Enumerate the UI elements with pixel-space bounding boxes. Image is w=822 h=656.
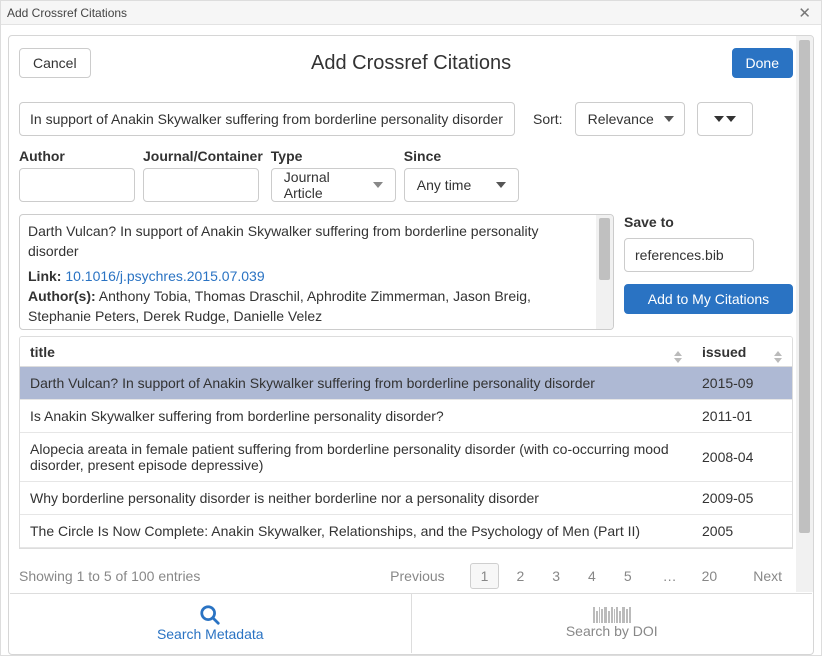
done-button[interactable]: Done xyxy=(732,48,793,78)
caret-down-icon xyxy=(726,116,736,122)
barcode-icon xyxy=(593,607,631,623)
caret-down-icon xyxy=(496,182,506,188)
sort-icon[interactable] xyxy=(674,351,682,363)
caret-down-icon xyxy=(373,182,383,188)
pagination-ellipsis: … xyxy=(663,568,677,584)
table-row[interactable]: The Circle Is Now Complete: Anakin Skywa… xyxy=(20,515,792,548)
cancel-button[interactable]: Cancel xyxy=(19,48,91,78)
pagination: Showing 1 to 5 of 100 entries Previous 1… xyxy=(19,559,793,592)
search-input[interactable] xyxy=(19,102,515,136)
pagination-next[interactable]: Next xyxy=(742,563,793,589)
type-value: Journal Article xyxy=(284,169,363,201)
cell-title: The Circle Is Now Complete: Anakin Skywa… xyxy=(20,515,692,547)
pagination-last[interactable]: 20 xyxy=(691,563,729,589)
since-value: Any time xyxy=(417,177,471,193)
page-number[interactable]: 5 xyxy=(613,563,643,589)
tab-search-doi[interactable]: Search by DOI xyxy=(412,594,813,653)
page-number[interactable]: 2 xyxy=(505,563,535,589)
sort-label: Sort: xyxy=(533,111,563,127)
author-input[interactable] xyxy=(19,168,135,202)
preview-scrollbar-thumb[interactable] xyxy=(599,218,610,280)
table-row[interactable]: Is Anakin Skywalker suffering from borde… xyxy=(20,400,792,433)
window-titlebar: Add Crossref Citations ✕ xyxy=(1,1,821,25)
tab-label: Search by DOI xyxy=(566,623,658,641)
sort-icon[interactable] xyxy=(774,351,782,363)
preview-title: Darth Vulcan? In support of Anakin Skywa… xyxy=(28,221,591,262)
table-header: title issued xyxy=(20,337,792,367)
col-title[interactable]: title xyxy=(30,344,55,360)
citation-preview: Darth Vulcan? In support of Anakin Skywa… xyxy=(19,214,614,330)
pagination-prev[interactable]: Previous xyxy=(379,563,455,589)
preview-journal: Psychiatry Research xyxy=(156,328,284,330)
author-label: Author xyxy=(19,148,135,164)
type-label: Type xyxy=(271,148,396,164)
type-dropdown[interactable]: Journal Article xyxy=(271,168,396,202)
sort-selected: Relevance xyxy=(588,111,654,127)
table-row[interactable]: Why borderline personality disorder is n… xyxy=(20,482,792,515)
preview-scrollbar[interactable] xyxy=(596,215,613,329)
sort-dropdown[interactable]: Relevance xyxy=(575,102,685,136)
add-citation-button[interactable]: Add to My Citations xyxy=(624,284,793,314)
save-to-input[interactable] xyxy=(624,238,754,272)
cell-issued: 2005 xyxy=(692,515,792,547)
dialog-title: Add Crossref Citations xyxy=(91,52,732,75)
cell-title: Is Anakin Skywalker suffering from borde… xyxy=(20,400,692,432)
preview-authors-label: Author(s): xyxy=(28,288,96,304)
page-number[interactable]: 3 xyxy=(541,563,571,589)
since-dropdown[interactable]: Any time xyxy=(404,168,519,202)
caret-down-icon xyxy=(714,116,724,122)
preview-authors: Anthony Tobia, Thomas Draschil, Aphrodit… xyxy=(28,288,531,324)
cell-title: Alopecia areata in female patient suffer… xyxy=(20,433,692,481)
page-number[interactable]: 4 xyxy=(577,563,607,589)
pagination-info: Showing 1 to 5 of 100 entries xyxy=(19,568,200,584)
table-row[interactable]: Darth Vulcan? In support of Anakin Skywa… xyxy=(20,367,792,400)
cell-issued: 2015-09 xyxy=(692,367,792,399)
search-icon xyxy=(199,604,221,626)
caret-down-icon xyxy=(664,116,674,122)
table-row[interactable]: Alopecia areata in female patient suffer… xyxy=(20,433,792,482)
close-icon[interactable]: ✕ xyxy=(794,4,815,22)
cell-title: Why borderline personality disorder is n… xyxy=(20,482,692,514)
tab-search-metadata[interactable]: Search Metadata xyxy=(10,594,412,653)
extra-sort-dropdown[interactable] xyxy=(697,102,753,136)
save-to-label: Save to xyxy=(624,214,793,230)
cell-title: Darth Vulcan? In support of Anakin Skywa… xyxy=(20,367,692,399)
preview-link-label: Link: xyxy=(28,268,61,284)
cell-issued: 2011-01 xyxy=(692,400,792,432)
preview-journal-label: Journal/Container: xyxy=(28,328,152,330)
window-title: Add Crossref Citations xyxy=(7,6,127,20)
doi-link[interactable]: 10.1016/j.psychres.2015.07.039 xyxy=(65,268,264,284)
journal-label: Journal/Container xyxy=(143,148,263,164)
cell-issued: 2008-04 xyxy=(692,441,792,473)
col-issued[interactable]: issued xyxy=(702,344,746,360)
results-table: title issued Darth Vulcan? In support of… xyxy=(19,336,793,549)
tab-label: Search Metadata xyxy=(157,626,264,644)
page-number[interactable]: 1 xyxy=(470,563,500,589)
since-label: Since xyxy=(404,148,519,164)
cell-issued: 2009-05 xyxy=(692,482,792,514)
journal-input[interactable] xyxy=(143,168,259,202)
